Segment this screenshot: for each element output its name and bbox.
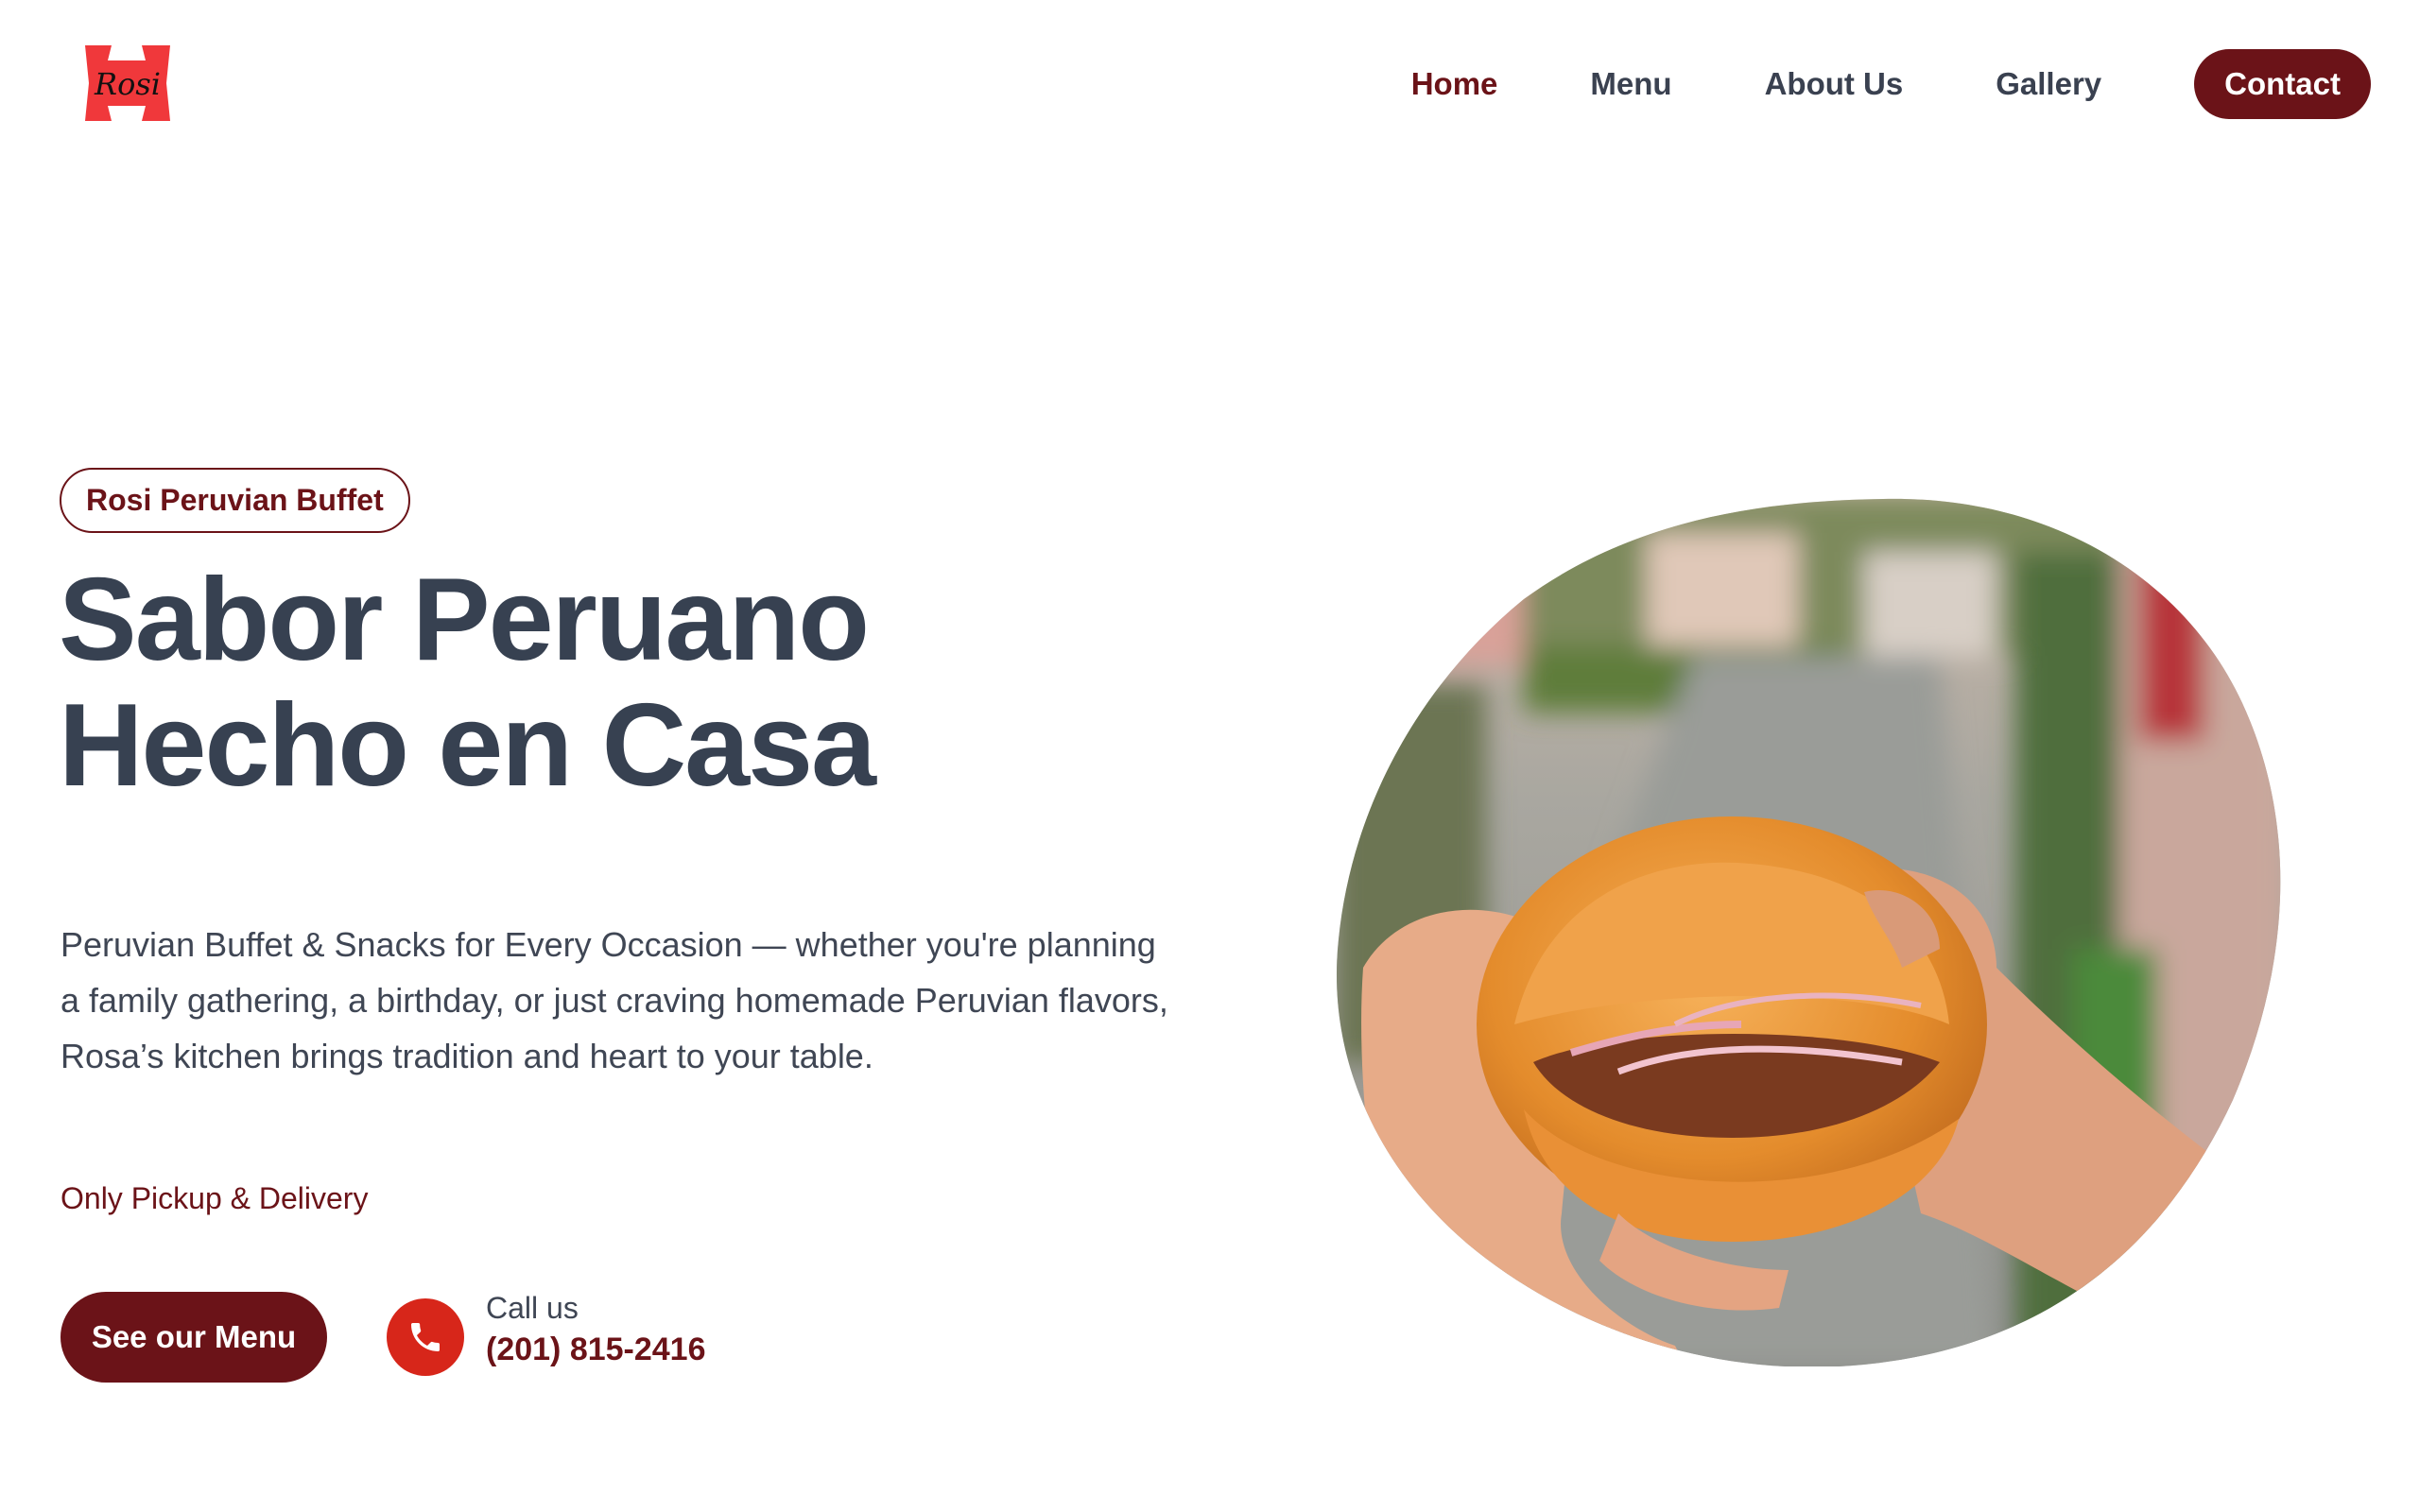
page: Rosi Home Menu About Us Gallery Contact … xyxy=(0,0,2420,1512)
logo-mark-icon: Rosi xyxy=(85,45,170,121)
pickup-note: Only Pickup & Delivery xyxy=(60,1181,369,1215)
hero-badge: Rosi Peruvian Buffet xyxy=(60,468,410,533)
contact-button[interactable]: Contact xyxy=(2194,49,2371,119)
nav-about-us[interactable]: About Us xyxy=(1765,66,1904,102)
svg-text:Rosi: Rosi xyxy=(94,66,161,102)
main-nav: Home Menu About Us Gallery Contact xyxy=(1319,49,2371,119)
call-us-label: Call us xyxy=(486,1291,579,1325)
hero-title-line2: Hecho en Casa xyxy=(59,680,876,811)
see-menu-button[interactable]: See our Menu xyxy=(60,1292,327,1383)
phone-number-link[interactable]: (201) 815-2416 xyxy=(486,1332,706,1368)
hero-sandwich-image xyxy=(1335,495,2290,1367)
hero-description: Peruvian Buffet & Snacks for Every Occas… xyxy=(60,925,1168,1075)
brand-logo[interactable]: Rosi xyxy=(79,42,176,125)
nav-home[interactable]: Home xyxy=(1411,66,1498,102)
nav-menu[interactable]: Menu xyxy=(1590,66,1671,102)
sandwich-photo-icon xyxy=(1336,498,2281,1367)
phone-icon[interactable] xyxy=(387,1298,464,1376)
hero-title-line1: Sabor Peruano xyxy=(59,555,870,685)
hero-title: Sabor Peruano Hecho en Casa xyxy=(59,558,1098,809)
nav-gallery[interactable]: Gallery xyxy=(1996,66,2101,102)
phone-glyph-icon xyxy=(411,1323,440,1351)
